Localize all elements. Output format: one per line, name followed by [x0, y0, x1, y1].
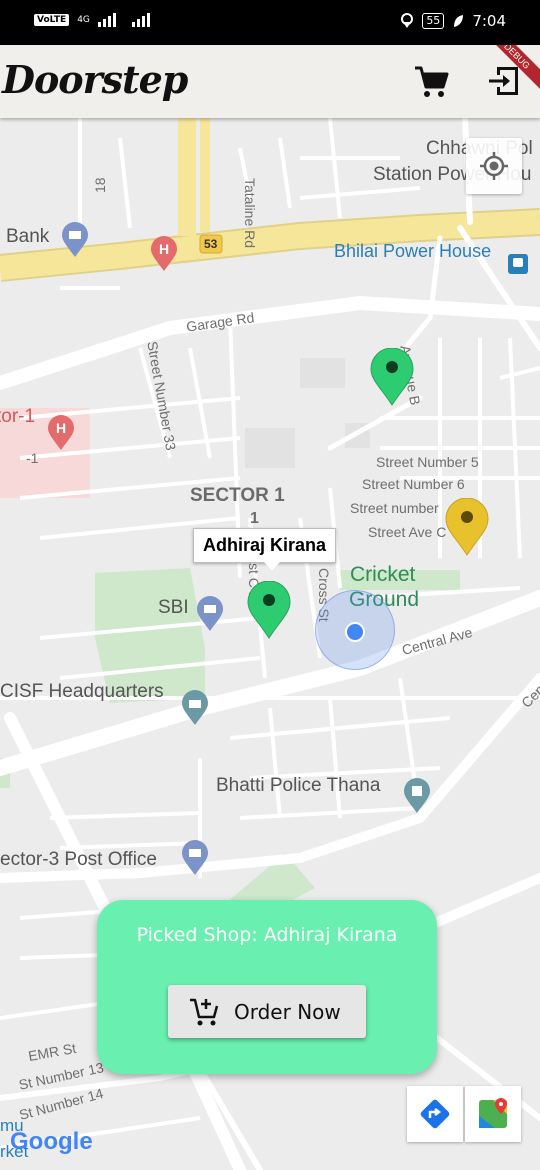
police-icon[interactable]	[403, 778, 431, 814]
app-title: Doorstep	[2, 57, 188, 102]
leaf-icon	[454, 15, 464, 27]
shop-marker[interactable]	[369, 348, 415, 406]
place-label: Bhatti Police Thana	[216, 775, 381, 796]
my-location-dot	[345, 622, 365, 642]
my-location-button[interactable]	[466, 138, 522, 194]
government-icon[interactable]	[181, 690, 209, 726]
google-logo: Google	[10, 1128, 93, 1156]
cart-icon[interactable]	[413, 65, 449, 99]
place-label: Cricket	[350, 563, 416, 586]
clock: 7:04	[472, 12, 506, 30]
bank-icon[interactable]	[61, 222, 89, 258]
post-office-icon[interactable]	[181, 840, 209, 876]
crosshair-icon	[480, 152, 508, 180]
svg-text:H: H	[56, 420, 66, 436]
road-label: Street Number 5	[376, 454, 479, 470]
train-station-icon[interactable]	[508, 254, 528, 274]
place-label: -1	[26, 450, 39, 466]
directions-icon	[420, 1099, 450, 1129]
google-maps-icon	[479, 1098, 507, 1128]
road-label: 18	[92, 177, 108, 193]
svg-text:H: H	[159, 241, 169, 257]
highway-shield: 53	[204, 237, 218, 251]
place-label: tor-1	[0, 406, 36, 427]
order-now-button[interactable]: Order Now	[168, 985, 366, 1038]
picked-shop-label: Picked Shop: Adhiraj Kirana	[136, 924, 398, 946]
app-bar: Doorstep DEBUG	[0, 45, 540, 118]
volte-indicator: VoLTE	[34, 14, 70, 26]
location-icon	[401, 13, 414, 28]
selected-shop-marker[interactable]	[246, 581, 292, 639]
status-bar: VoLTE 4G 55 7:04	[0, 0, 540, 45]
battery-indicator: 55	[422, 13, 445, 29]
open-in-maps-button[interactable]	[465, 1086, 521, 1142]
place-label: Bhilai Power House	[334, 241, 492, 261]
google-logo-text: Google	[10, 1128, 93, 1155]
shop-marker[interactable]	[444, 498, 490, 556]
order-now-label: Order Now	[234, 999, 341, 1024]
logout-icon[interactable]	[485, 63, 523, 99]
picked-shop-panel: Picked Shop: Adhiraj Kirana Order Now	[97, 900, 437, 1074]
network-type: 4G	[77, 15, 90, 25]
road-label: Street Ave C	[368, 524, 447, 540]
hospital-icon[interactable]: H	[47, 415, 75, 451]
road-label: Tataline Rd	[242, 178, 258, 249]
sector-label: 1	[250, 510, 259, 527]
sector-label: SECTOR 1	[190, 485, 285, 506]
place-label: CISF Headquarters	[0, 681, 164, 702]
signal-2-icon	[131, 13, 150, 27]
place-label: SBI	[158, 597, 189, 618]
bank-icon[interactable]	[196, 596, 224, 632]
road-label: Street number	[350, 500, 439, 516]
hospital-icon[interactable]: H	[150, 236, 178, 272]
place-label: ector-3 Post Office	[0, 849, 157, 870]
add-to-cart-icon	[190, 998, 219, 1025]
shop-info-window[interactable]: Adhiraj Kirana	[193, 528, 337, 571]
directions-button[interactable]	[407, 1086, 463, 1142]
signal-icon	[97, 13, 116, 27]
road-label: Street Number 6	[362, 476, 465, 492]
place-label: Bank	[6, 226, 50, 247]
